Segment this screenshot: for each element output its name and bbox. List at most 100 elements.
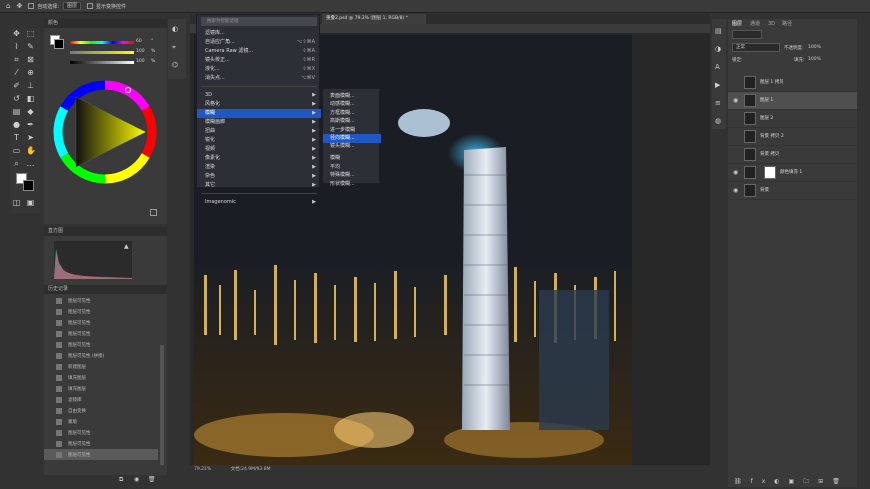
history-scrollbar[interactable]	[160, 345, 164, 465]
history-tab[interactable]: 历史记录	[44, 285, 167, 294]
show-transform-checkbox[interactable]	[87, 3, 94, 9]
tab-layers[interactable]: 图层	[732, 19, 742, 29]
filter-submenu-8[interactable]: 渲染 ▶	[197, 163, 321, 172]
move-tool-icon[interactable]: ✥	[16, 2, 22, 10]
filter-submenu-9[interactable]: 杂色 ▶	[197, 172, 321, 181]
layer-filter-dropdown[interactable]	[732, 30, 762, 39]
filter-submenu-10[interactable]: 其它 ▶	[197, 181, 321, 190]
document-tab[interactable]: 重叠2.psd @ 79.2% (图层 1, RGB/8) *	[322, 14, 426, 24]
actions-icon[interactable]: ▶	[715, 81, 720, 89]
quick-mask-icon[interactable]: ◫	[12, 198, 21, 207]
auto-select-dropdown[interactable]: 图层	[63, 2, 82, 10]
filter-submenu-4[interactable]: 扭曲 ▶	[197, 127, 321, 136]
learn-icon[interactable]: ◍	[715, 117, 721, 125]
layer-row[interactable]: 图层 2	[728, 110, 857, 128]
delete-history-icon[interactable]: 🗑	[148, 476, 156, 483]
crop-tool-icon[interactable]: ⌗	[12, 55, 21, 64]
history-item[interactable]: 图层可见性 (拼接)	[44, 350, 158, 361]
layer-row[interactable]: ◉ 颜色填充 1	[728, 164, 857, 182]
history-brush-icon[interactable]: ↺	[12, 94, 21, 103]
filter-menu-item[interactable]: 液化... ⇧⌘X	[197, 65, 321, 74]
saturation-triangle[interactable]	[76, 97, 146, 167]
hue-slider[interactable]	[70, 41, 134, 44]
layer-row[interactable]: 背景 拷贝 2	[728, 128, 857, 146]
history-item[interactable]: 填充图层	[44, 383, 158, 394]
eyedropper-icon[interactable]: ⁄	[12, 68, 21, 77]
marquee-tool-icon[interactable]: ⬚	[26, 29, 35, 38]
pen-tool-icon[interactable]: ✒	[26, 120, 35, 129]
layer-row[interactable]: ◉ 背景	[728, 182, 857, 200]
hue-value[interactable]: 60	[136, 39, 142, 44]
zoom-tool-icon[interactable]: ⌕	[12, 159, 21, 168]
eraser-tool-icon[interactable]: ◧	[26, 94, 35, 103]
screen-mode-icon[interactable]: ▣	[26, 198, 35, 207]
tab-channels[interactable]: 通道	[750, 19, 760, 29]
history-item[interactable]: 图层可见性	[44, 295, 158, 306]
history-item[interactable]: 图层可见性	[44, 449, 158, 460]
filter-menu-item[interactable]: 滤镜库...	[197, 29, 321, 38]
stamp-tool-icon[interactable]: ⊥	[26, 81, 35, 90]
layer-row[interactable]: 背景 拷贝	[728, 146, 857, 164]
history-item[interactable]: 图层可见性	[44, 438, 158, 449]
history-item[interactable]: 图层可见性	[44, 317, 158, 328]
home-icon[interactable]: ⌂	[6, 2, 10, 10]
filter-submenu-1[interactable]: 风格化 ▶	[197, 100, 321, 109]
more-tools-icon[interactable]: …	[26, 159, 35, 168]
history-item[interactable]: 图层可见性	[44, 306, 158, 317]
filter-submenu-7[interactable]: 像素化 ▶	[197, 154, 321, 163]
layer-actions-bar[interactable]: ⛓fx◐▣🗀⊞🗑	[734, 477, 849, 487]
type-tool-icon[interactable]: T	[12, 133, 21, 142]
properties-icon[interactable]: ≡	[715, 99, 721, 107]
history-item[interactable]: 图层可见性	[44, 339, 158, 350]
history-item[interactable]: 图层可见性	[44, 328, 158, 339]
auto-select-checkbox[interactable]	[28, 3, 35, 9]
tools-preset-icon[interactable]: ⌖	[172, 43, 176, 52]
color-bg-swatch[interactable]	[54, 39, 64, 49]
adjustments-icon[interactable]: ◑	[715, 45, 721, 53]
quick-select-icon[interactable]: ✎	[26, 42, 35, 51]
color-panel-expand-icon[interactable]	[150, 209, 157, 216]
history-item[interactable]: 滤镜库	[44, 394, 158, 405]
color-panel-tab[interactable]: 颜色	[44, 19, 167, 28]
filter-submenu-5[interactable]: 锐化 ▶	[197, 136, 321, 145]
filter-menu-item[interactable]: 镜头校正... ⇧⌘R	[197, 56, 321, 65]
brightness-slider[interactable]	[70, 61, 134, 64]
fill-value[interactable]: 100%	[808, 57, 821, 62]
history-item[interactable]: 蒙版	[44, 416, 158, 427]
visibility-eye-icon[interactable]: ◉	[733, 97, 738, 104]
history-item[interactable]: 图层可见性	[44, 427, 158, 438]
lasso-tool-icon[interactable]: ⌇	[12, 42, 21, 51]
layer-row[interactable]: 图层 1 拷贝	[728, 74, 857, 92]
tab-paths[interactable]: 路径	[782, 19, 792, 29]
saturation-value[interactable]: 100	[136, 49, 145, 54]
hand-tool-icon[interactable]: ✋	[26, 146, 36, 155]
gradient-tool-icon[interactable]: ▤	[12, 107, 21, 116]
history-item[interactable]: 自由变换	[44, 405, 158, 416]
filter-menu-item[interactable]: Camera Raw 滤镜... ⇧⌘A	[197, 47, 321, 56]
menu-search-input[interactable]: 搜索为智能滤镜	[201, 17, 317, 26]
filter-submenu-2[interactable]: 模糊 ▶	[197, 109, 321, 118]
layer-row[interactable]: ◉ 图层 1	[728, 92, 857, 110]
history-item[interactable]: 新建图层	[44, 361, 158, 372]
path-select-icon[interactable]: ➤	[26, 133, 35, 142]
history-item[interactable]: 填充图层	[44, 372, 158, 383]
visibility-eye-icon[interactable]: ◉	[733, 169, 738, 176]
color-wheel[interactable]	[50, 77, 160, 187]
blur-menu-item[interactable]: 形状模糊...	[323, 180, 381, 189]
filter-submenu-0[interactable]: 3D ▶	[197, 91, 321, 100]
navigator-icon[interactable]: ◐	[172, 25, 178, 33]
filter-submenu-3[interactable]: 模糊画廊 ▶	[197, 118, 321, 127]
frame-tool-icon[interactable]: ⊠	[26, 55, 35, 64]
camera-icon[interactable]: ◉	[134, 476, 139, 483]
brush-tool-icon[interactable]: ✐	[12, 81, 21, 90]
move-tool-icon[interactable]: ✥	[12, 29, 21, 38]
channels-icon[interactable]: ⌬	[172, 61, 178, 69]
rectangle-tool-icon[interactable]: ▭	[12, 146, 21, 155]
blur-menu-item[interactable]: 镜头模糊...	[323, 142, 381, 151]
histogram-tab[interactable]: 直方图	[44, 227, 167, 236]
brightness-value[interactable]: 100	[136, 59, 145, 64]
background-color-swatch[interactable]	[23, 180, 34, 191]
imagenomic-menu-item[interactable]: Imagenomic ▶	[197, 198, 321, 207]
dodge-tool-icon[interactable]: ●	[12, 120, 21, 129]
histogram-warning-icon[interactable]: ▲	[124, 243, 129, 250]
